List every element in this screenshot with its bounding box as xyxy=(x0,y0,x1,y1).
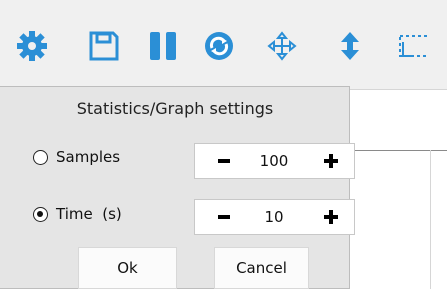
gear-icon[interactable] xyxy=(16,30,48,62)
samples-label: Samples xyxy=(56,148,121,166)
cancel-button[interactable]: Cancel xyxy=(214,247,309,289)
time-radio[interactable] xyxy=(33,206,48,222)
samples-radio[interactable] xyxy=(33,149,48,165)
move-icon[interactable] xyxy=(266,30,298,62)
save-icon[interactable] xyxy=(88,30,120,62)
time-label: Time (s) xyxy=(56,205,122,223)
time-value[interactable]: 10 xyxy=(243,208,305,226)
ok-button[interactable]: Ok xyxy=(78,247,177,289)
dialog-title: Statistics/Graph settings xyxy=(76,99,274,118)
chart-gridline xyxy=(430,150,431,289)
time-decrement-button[interactable] xyxy=(203,200,243,234)
chart-gridline xyxy=(350,150,447,151)
time-stepper[interactable]: 10 xyxy=(194,199,355,235)
samples-decrement-button[interactable] xyxy=(203,144,243,178)
samples-stepper[interactable]: 100 xyxy=(194,143,355,179)
pause-icon[interactable] xyxy=(147,30,179,62)
time-increment-button[interactable] xyxy=(311,200,351,234)
samples-option[interactable]: Samples xyxy=(33,148,120,166)
chart-border xyxy=(350,89,447,90)
samples-increment-button[interactable] xyxy=(311,144,351,178)
time-option[interactable]: Time (s) xyxy=(33,205,122,223)
vertical-resize-icon[interactable] xyxy=(334,30,366,62)
samples-value[interactable]: 100 xyxy=(243,152,305,170)
toolbar xyxy=(0,0,447,89)
refresh-icon[interactable] xyxy=(203,30,235,62)
selection-icon[interactable] xyxy=(397,30,447,62)
